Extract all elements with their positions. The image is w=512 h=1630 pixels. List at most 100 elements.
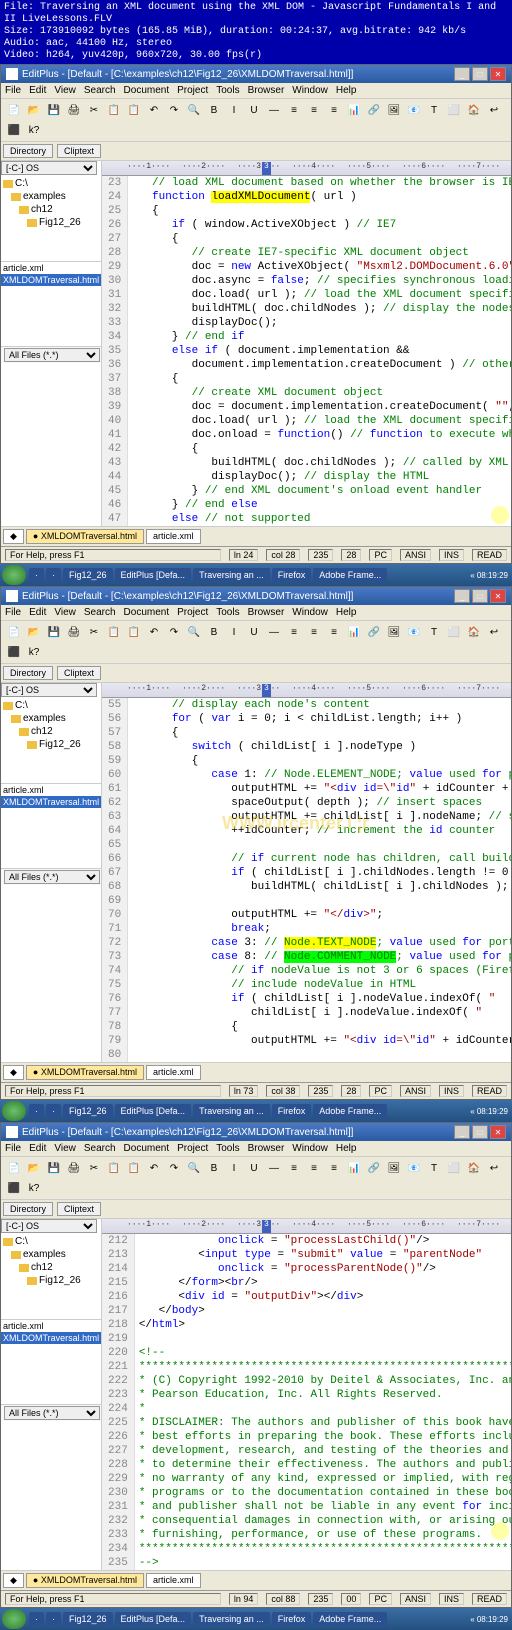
task-6[interactable]: Adobe Frame...: [313, 1104, 387, 1118]
code-editor[interactable]: ····1········2········3········4········…: [102, 1219, 511, 1570]
toolbar-btn-2[interactable]: 💾: [45, 1159, 63, 1177]
menu-browser[interactable]: Browser: [248, 607, 285, 618]
toolbar-btn-18[interactable]: 🔗: [365, 101, 383, 119]
toolbar-btn-19[interactable]: 🖼: [385, 623, 403, 641]
toolbar-btn-2[interactable]: 💾: [45, 623, 63, 641]
toolbar-btn-9[interactable]: 🔍: [185, 1159, 203, 1177]
tree-c:\[interactable]: C:\: [3, 1235, 99, 1248]
toolbar-btn-16[interactable]: ≡: [325, 101, 343, 119]
directory-tab[interactable]: Directory: [3, 1202, 53, 1216]
menu-file[interactable]: File: [5, 607, 21, 618]
tree-c:\[interactable]: C:\: [3, 177, 99, 190]
task-5[interactable]: Firefox: [272, 1612, 312, 1626]
doc-tab-1[interactable]: article.xml: [146, 529, 201, 544]
toolbar-btn-6[interactable]: 📋: [125, 101, 143, 119]
toolbar-btn-22[interactable]: ⬜: [445, 101, 463, 119]
toolbar-btn-0[interactable]: 📄: [5, 1159, 23, 1177]
toolbar-btn-22[interactable]: ⬜: [445, 623, 463, 641]
toolbar-btn-6[interactable]: 📋: [125, 1159, 143, 1177]
file-article.xml[interactable]: article.xml: [1, 1320, 101, 1332]
directory-tab[interactable]: Directory: [3, 666, 53, 680]
toolbar-btn-25[interactable]: ⬛: [5, 1179, 23, 1197]
toolbar-btn-15[interactable]: ≡: [305, 623, 323, 641]
toolbar-btn-8[interactable]: ↷: [165, 623, 183, 641]
toolbar-btn-26[interactable]: k?: [25, 1179, 43, 1197]
task-6[interactable]: Adobe Frame...: [313, 568, 387, 582]
task-2[interactable]: Fig12_26: [63, 568, 113, 582]
toolbar-btn-5[interactable]: 📋: [105, 1159, 123, 1177]
menu-view[interactable]: View: [54, 85, 76, 96]
toolbar-btn-17[interactable]: 📊: [345, 101, 363, 119]
drive-select[interactable]: [-C-] OS: [1, 161, 97, 175]
toolbar-btn-10[interactable]: B: [205, 1159, 223, 1177]
menu-help[interactable]: Help: [336, 1143, 357, 1154]
menu-help[interactable]: Help: [336, 607, 357, 618]
code-editor[interactable]: ····1········2········3········4········…: [102, 683, 511, 1062]
filter-select[interactable]: All Files (*.*): [4, 1406, 100, 1420]
drive-select[interactable]: [-C-] OS: [1, 1219, 97, 1233]
start-button[interactable]: [2, 1101, 26, 1121]
toolbar-btn-8[interactable]: ↷: [165, 1159, 183, 1177]
toolbar-btn-4[interactable]: ✂: [85, 623, 103, 641]
toolbar-btn-14[interactable]: ≡: [285, 101, 303, 119]
doc-tab-0[interactable]: ● XMLDOMTraversal.html: [26, 529, 144, 544]
menu-project[interactable]: Project: [177, 607, 208, 618]
file-XMLDOMTraversal.html[interactable]: XMLDOMTraversal.html: [1, 274, 101, 286]
titlebar[interactable]: EditPlus - [Default - [C:\examples\ch12\…: [1, 65, 511, 83]
toolbar-btn-7[interactable]: ↶: [145, 1159, 163, 1177]
task-2[interactable]: Fig12_26: [63, 1104, 113, 1118]
toolbar-btn-4[interactable]: ✂: [85, 101, 103, 119]
tab-star[interactable]: ◆: [3, 1573, 24, 1588]
menu-browser[interactable]: Browser: [248, 85, 285, 96]
task-4[interactable]: Traversing an ...: [193, 1612, 270, 1626]
toolbar-btn-12[interactable]: U: [245, 1159, 263, 1177]
maximize-button[interactable]: □: [472, 67, 488, 81]
tab-star[interactable]: ◆: [3, 529, 24, 544]
tab-star[interactable]: ◆: [3, 1065, 24, 1080]
doc-tab-0[interactable]: ● XMLDOMTraversal.html: [26, 1065, 144, 1080]
task-1[interactable]: ·: [46, 568, 61, 582]
task-6[interactable]: Adobe Frame...: [313, 1612, 387, 1626]
toolbar-btn-25[interactable]: ⬛: [5, 643, 23, 661]
maximize-button[interactable]: □: [472, 1125, 488, 1139]
toolbar-btn-18[interactable]: 🔗: [365, 1159, 383, 1177]
menu-window[interactable]: Window: [292, 85, 328, 96]
task-4[interactable]: Traversing an ...: [193, 1104, 270, 1118]
toolbar-btn-16[interactable]: ≡: [325, 1159, 343, 1177]
file-XMLDOMTraversal.html[interactable]: XMLDOMTraversal.html: [1, 1332, 101, 1344]
menu-browser[interactable]: Browser: [248, 1143, 285, 1154]
toolbar-btn-17[interactable]: 📊: [345, 623, 363, 641]
menu-view[interactable]: View: [54, 1143, 76, 1154]
toolbar-btn-23[interactable]: 🏠: [465, 623, 483, 641]
toolbar-btn-20[interactable]: 📧: [405, 101, 423, 119]
menu-project[interactable]: Project: [177, 1143, 208, 1154]
file-article.xml[interactable]: article.xml: [1, 784, 101, 796]
toolbar-btn-24[interactable]: ↩: [485, 101, 503, 119]
toolbar-btn-5[interactable]: 📋: [105, 623, 123, 641]
start-button[interactable]: [2, 565, 26, 585]
task-5[interactable]: Firefox: [272, 568, 312, 582]
toolbar-btn-3[interactable]: 🖨: [65, 1159, 83, 1177]
tree-ch12[interactable]: ch12: [3, 725, 99, 738]
titlebar[interactable]: EditPlus - [Default - [C:\examples\ch12\…: [1, 587, 511, 605]
toolbar-btn-23[interactable]: 🏠: [465, 101, 483, 119]
doc-tab-1[interactable]: article.xml: [146, 1573, 201, 1588]
toolbar-btn-13[interactable]: —: [265, 1159, 283, 1177]
toolbar-btn-18[interactable]: 🔗: [365, 623, 383, 641]
menu-project[interactable]: Project: [177, 85, 208, 96]
start-button[interactable]: [2, 1609, 26, 1629]
toolbar-btn-24[interactable]: ↩: [485, 1159, 503, 1177]
close-button[interactable]: ✕: [490, 589, 506, 603]
toolbar-btn-5[interactable]: 📋: [105, 101, 123, 119]
toolbar-btn-12[interactable]: U: [245, 623, 263, 641]
toolbar-btn-3[interactable]: 🖨: [65, 623, 83, 641]
toolbar-btn-11[interactable]: I: [225, 1159, 243, 1177]
task-5[interactable]: Firefox: [272, 1104, 312, 1118]
menu-search[interactable]: Search: [84, 1143, 116, 1154]
file-XMLDOMTraversal.html[interactable]: XMLDOMTraversal.html: [1, 796, 101, 808]
menu-document[interactable]: Document: [124, 1143, 170, 1154]
doc-tab-0[interactable]: ● XMLDOMTraversal.html: [26, 1573, 144, 1588]
menu-edit[interactable]: Edit: [29, 1143, 46, 1154]
menu-document[interactable]: Document: [124, 85, 170, 96]
cliptext-tab[interactable]: Cliptext: [57, 144, 101, 158]
